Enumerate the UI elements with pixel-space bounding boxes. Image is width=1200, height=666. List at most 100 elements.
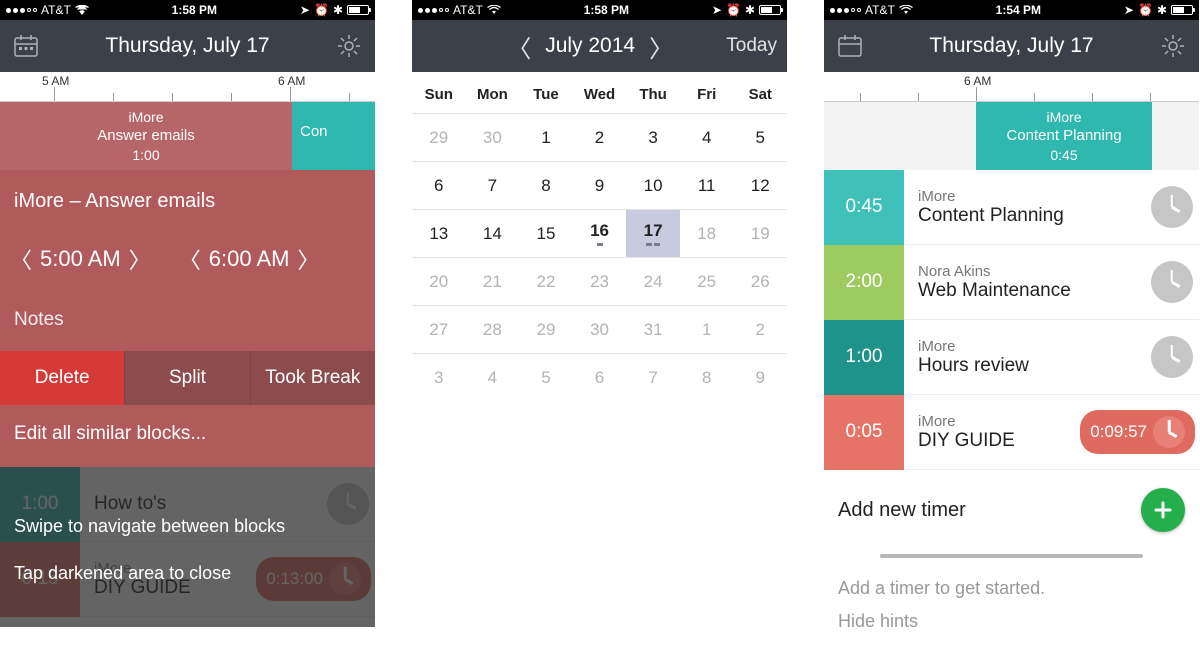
calendar-day[interactable]: 19 xyxy=(733,209,787,257)
calendar-day[interactable]: 2 xyxy=(573,113,627,161)
calendar-day[interactable]: 27 xyxy=(412,305,466,353)
nav-title[interactable]: Thursday, July 17 xyxy=(105,34,269,58)
calendar-day[interactable]: 18 xyxy=(680,209,734,257)
timeline-block[interactable]: Con xyxy=(292,102,375,170)
calendar-day[interactable]: 22 xyxy=(519,257,573,305)
hide-hints-button[interactable]: Hide hints xyxy=(824,607,1199,640)
project-label: iMore xyxy=(918,413,1080,430)
calendar-day[interactable]: 9 xyxy=(573,161,627,209)
carrier-label: AT&T xyxy=(865,3,895,17)
gear-icon[interactable] xyxy=(1157,30,1189,62)
timeline[interactable]: iMore Content Planning 0:45 xyxy=(824,102,1199,170)
split-button[interactable]: Split xyxy=(124,351,250,405)
start-time-picker[interactable]: 〈 5:00 AM 〉 xyxy=(10,243,151,275)
calendar-icon[interactable] xyxy=(834,30,866,62)
edit-title[interactable]: iMore – Answer emails xyxy=(0,170,375,235)
add-timer-row[interactable]: Add new timer xyxy=(824,470,1199,552)
calendar-grid: 2930123456789101112131415161718192021222… xyxy=(412,113,787,401)
calendar-day[interactable]: 7 xyxy=(466,161,520,209)
nav-title[interactable]: Thursday, July 17 xyxy=(929,34,1093,58)
clock-icon[interactable] xyxy=(1151,336,1193,378)
ruler-label: 6 AM xyxy=(278,74,305,88)
calendar-day[interactable]: 21 xyxy=(466,257,520,305)
clock-icon[interactable] xyxy=(1151,261,1193,303)
notes-field[interactable]: Notes xyxy=(0,299,375,351)
calendar-day[interactable]: 7 xyxy=(626,353,680,401)
calendar-day[interactable]: 31 xyxy=(626,305,680,353)
task-label: Hours review xyxy=(918,355,1144,377)
calendar-day[interactable]: 6 xyxy=(573,353,627,401)
calendar-icon[interactable] xyxy=(10,30,42,62)
calendar-day[interactable]: 15 xyxy=(519,209,573,257)
month-title[interactable]: July 2014 xyxy=(545,34,635,58)
calendar-day[interactable]: 8 xyxy=(680,353,734,401)
calendar-day[interactable]: 12 xyxy=(733,161,787,209)
delete-button[interactable]: Delete xyxy=(0,351,124,405)
calendar-day[interactable]: 3 xyxy=(412,353,466,401)
project-label: iMore xyxy=(918,338,1144,355)
chevron-right-icon[interactable]: 〉 xyxy=(297,243,319,275)
list-item[interactable]: 2:00Nora AkinsWeb Maintenance xyxy=(824,245,1199,320)
list-item[interactable]: 0:45iMoreContent Planning xyxy=(824,170,1199,245)
location-icon: ➤ xyxy=(300,3,310,17)
today-button[interactable]: Today xyxy=(726,35,777,57)
active-timer[interactable]: 0:09:57 xyxy=(1080,410,1195,454)
timeline-block[interactable]: iMore Content Planning 0:45 xyxy=(976,102,1152,170)
calendar-day[interactable]: 5 xyxy=(519,353,573,401)
calendar-day[interactable]: 16 xyxy=(573,209,627,257)
calendar-header: SunMonTueWedThuFriSat xyxy=(412,72,787,113)
calendar-day[interactable]: 9 xyxy=(733,353,787,401)
timeline-ruler[interactable]: 6 AM xyxy=(824,72,1199,102)
gear-icon[interactable] xyxy=(333,30,365,62)
day-header: Sun xyxy=(412,72,466,113)
calendar-day[interactable]: 1 xyxy=(680,305,734,353)
clock-icon[interactable] xyxy=(1151,186,1193,228)
project-label: iMore xyxy=(918,188,1144,205)
carrier-label: AT&T xyxy=(41,3,71,17)
calendar-day[interactable]: 1 xyxy=(519,113,573,161)
calendar-day[interactable]: 24 xyxy=(626,257,680,305)
project-label: Nora Akins xyxy=(918,263,1144,280)
calendar-day[interactable]: 25 xyxy=(680,257,734,305)
calendar-day[interactable]: 20 xyxy=(412,257,466,305)
list-item[interactable]: 0:05iMoreDIY GUIDE0:09:57 xyxy=(824,395,1199,470)
calendar-day[interactable]: 17 xyxy=(626,209,680,257)
calendar-day[interactable]: 14 xyxy=(466,209,520,257)
list-item[interactable]: 1:00iMoreHours review xyxy=(824,320,1199,395)
calendar-day[interactable]: 29 xyxy=(519,305,573,353)
add-button[interactable] xyxy=(1141,488,1185,532)
calendar-day[interactable]: 4 xyxy=(680,113,734,161)
calendar-day[interactable]: 30 xyxy=(466,113,520,161)
calendar-day[interactable]: 30 xyxy=(573,305,627,353)
day-header: Mon xyxy=(466,72,520,113)
calendar-day[interactable]: 23 xyxy=(573,257,627,305)
calendar-day[interactable]: 10 xyxy=(626,161,680,209)
calendar-day[interactable]: 6 xyxy=(412,161,466,209)
calendar-day[interactable]: 5 xyxy=(733,113,787,161)
timeline[interactable]: iMore Answer emails 1:00 Con xyxy=(0,102,375,170)
duration-box: 2:00 xyxy=(824,245,904,320)
duration-box: 1:00 xyxy=(0,467,80,542)
chevron-left-icon[interactable]: 〈 xyxy=(10,243,32,275)
timeline-ruler[interactable]: 5 AM 6 AM xyxy=(0,72,375,102)
took-break-button[interactable]: Took Break xyxy=(251,351,375,405)
calendar-day[interactable]: 28 xyxy=(466,305,520,353)
calendar-day[interactable]: 8 xyxy=(519,161,573,209)
chevron-right-icon[interactable]: 〉 xyxy=(129,243,151,275)
bluetooth-icon: ✱ xyxy=(333,3,343,17)
dimmed-backdrop[interactable]: 1:00 How to's 0:15 iMore DIY GUIDE 0:13:… xyxy=(0,467,375,627)
chevron-left-icon[interactable]: 〈 xyxy=(179,243,201,275)
end-time-picker[interactable]: 〈 6:00 AM 〉 xyxy=(179,243,320,275)
calendar-day[interactable]: 3 xyxy=(626,113,680,161)
status-bar: AT&T 1:54 PM ➤ ⏰ ✱ xyxy=(824,0,1199,20)
calendar-day[interactable]: 2 xyxy=(733,305,787,353)
calendar-day[interactable]: 29 xyxy=(412,113,466,161)
calendar-day[interactable]: 26 xyxy=(733,257,787,305)
edit-similar-button[interactable]: Edit all similar blocks... xyxy=(0,405,375,467)
prev-month-button[interactable]: 〈 xyxy=(507,29,531,64)
calendar-day[interactable]: 4 xyxy=(466,353,520,401)
timeline-block[interactable]: iMore Answer emails 1:00 xyxy=(0,102,292,170)
next-month-button[interactable]: 〉 xyxy=(649,29,673,64)
calendar-day[interactable]: 11 xyxy=(680,161,734,209)
calendar-day[interactable]: 13 xyxy=(412,209,466,257)
